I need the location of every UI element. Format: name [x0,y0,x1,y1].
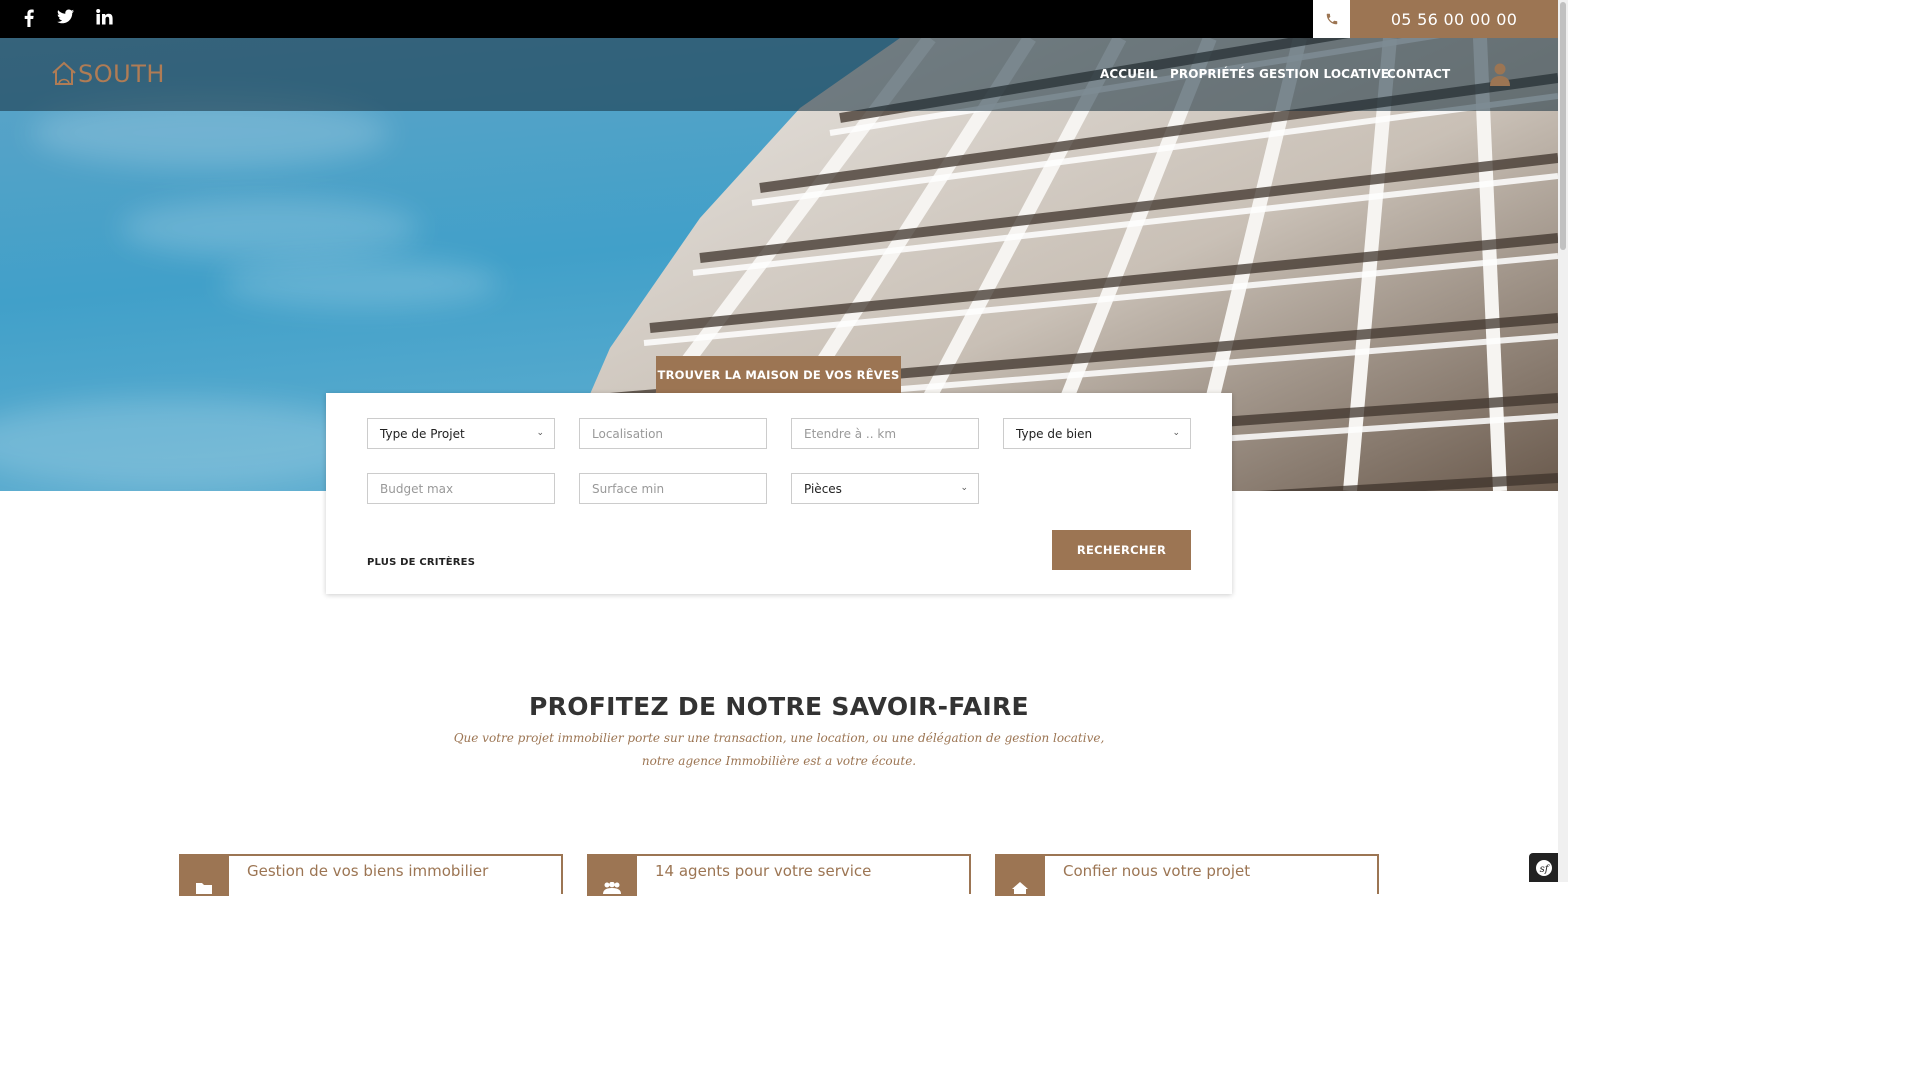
project-type-select[interactable]: Type de Projet ⌄ [367,418,555,449]
surface-input[interactable]: Surface min [579,473,767,504]
scroll-thumb[interactable] [1560,2,1566,250]
rooms-select[interactable]: Pièces ⌄ [791,473,979,504]
top-bar: 05 56 00 00 00 [0,0,1558,38]
nav-contact[interactable]: CONTACT [1387,67,1450,81]
search-button[interactable]: RECHERCHER [1052,530,1191,570]
folder-icon [179,854,229,896]
brand-name: SOUTH [78,60,165,88]
house-icon [52,61,76,85]
home-icon [995,854,1045,896]
nav-proprietes[interactable]: PROPRIÉTÉS [1170,67,1255,81]
linkedin-icon[interactable] [96,9,113,25]
nav-accueil[interactable]: ACCUEIL [1100,67,1158,81]
feature-card[interactable]: Gestion de vos biens immobilier [179,854,563,896]
section-title: PROFITEZ DE NOTRE SAVOIR-FAIRE [529,692,1029,721]
chevron-down-icon: ⌄ [1172,428,1180,438]
brand-logo[interactable]: SOUTH [50,60,165,88]
section-subtitle-line1: Que votre projet immobilier porte sur un… [453,731,1105,745]
users-icon [587,854,637,896]
chevron-down-icon: ⌄ [536,428,544,438]
extend-km-input[interactable]: Etendre à .. km [791,418,979,449]
page-scrollbar[interactable] [1558,0,1568,882]
budget-input[interactable]: Budget max [367,473,555,504]
facebook-icon[interactable] [24,9,34,27]
phone-number[interactable]: 05 56 00 00 00 [1350,0,1558,38]
rooms-value: Pièces [804,481,842,496]
feature-card[interactable]: Confier nous votre projet [995,854,1379,896]
symfony-toolbar-icon[interactable]: sf [1529,853,1558,882]
chevron-down-icon: ⌄ [960,483,968,493]
user-icon[interactable] [1490,62,1510,90]
twitter-icon[interactable] [57,9,74,24]
search-tab[interactable]: TROUVER LA MAISON DE VOS RÊVES [656,356,901,394]
feature-label: Gestion de vos biens immobilier [247,862,489,880]
phone-icon[interactable] [1313,0,1350,38]
feature-label: 14 agents pour votre service [655,862,872,880]
project-type-value: Type de Projet [380,426,465,441]
property-type-select[interactable]: Type de bien ⌄ [1003,418,1191,449]
more-criteria-link[interactable]: PLUS DE CRITÈRES [367,557,475,568]
location-input[interactable]: Localisation [579,418,767,449]
section-subtitle-line2: notre agence Immobilière est a votre éco… [641,754,917,768]
feature-card[interactable]: 14 agents pour votre service [587,854,971,896]
property-type-value: Type de bien [1016,426,1093,441]
feature-label: Confier nous votre projet [1063,862,1251,880]
nav-gestion-locative[interactable]: GESTION LOCATIVE [1259,67,1389,81]
